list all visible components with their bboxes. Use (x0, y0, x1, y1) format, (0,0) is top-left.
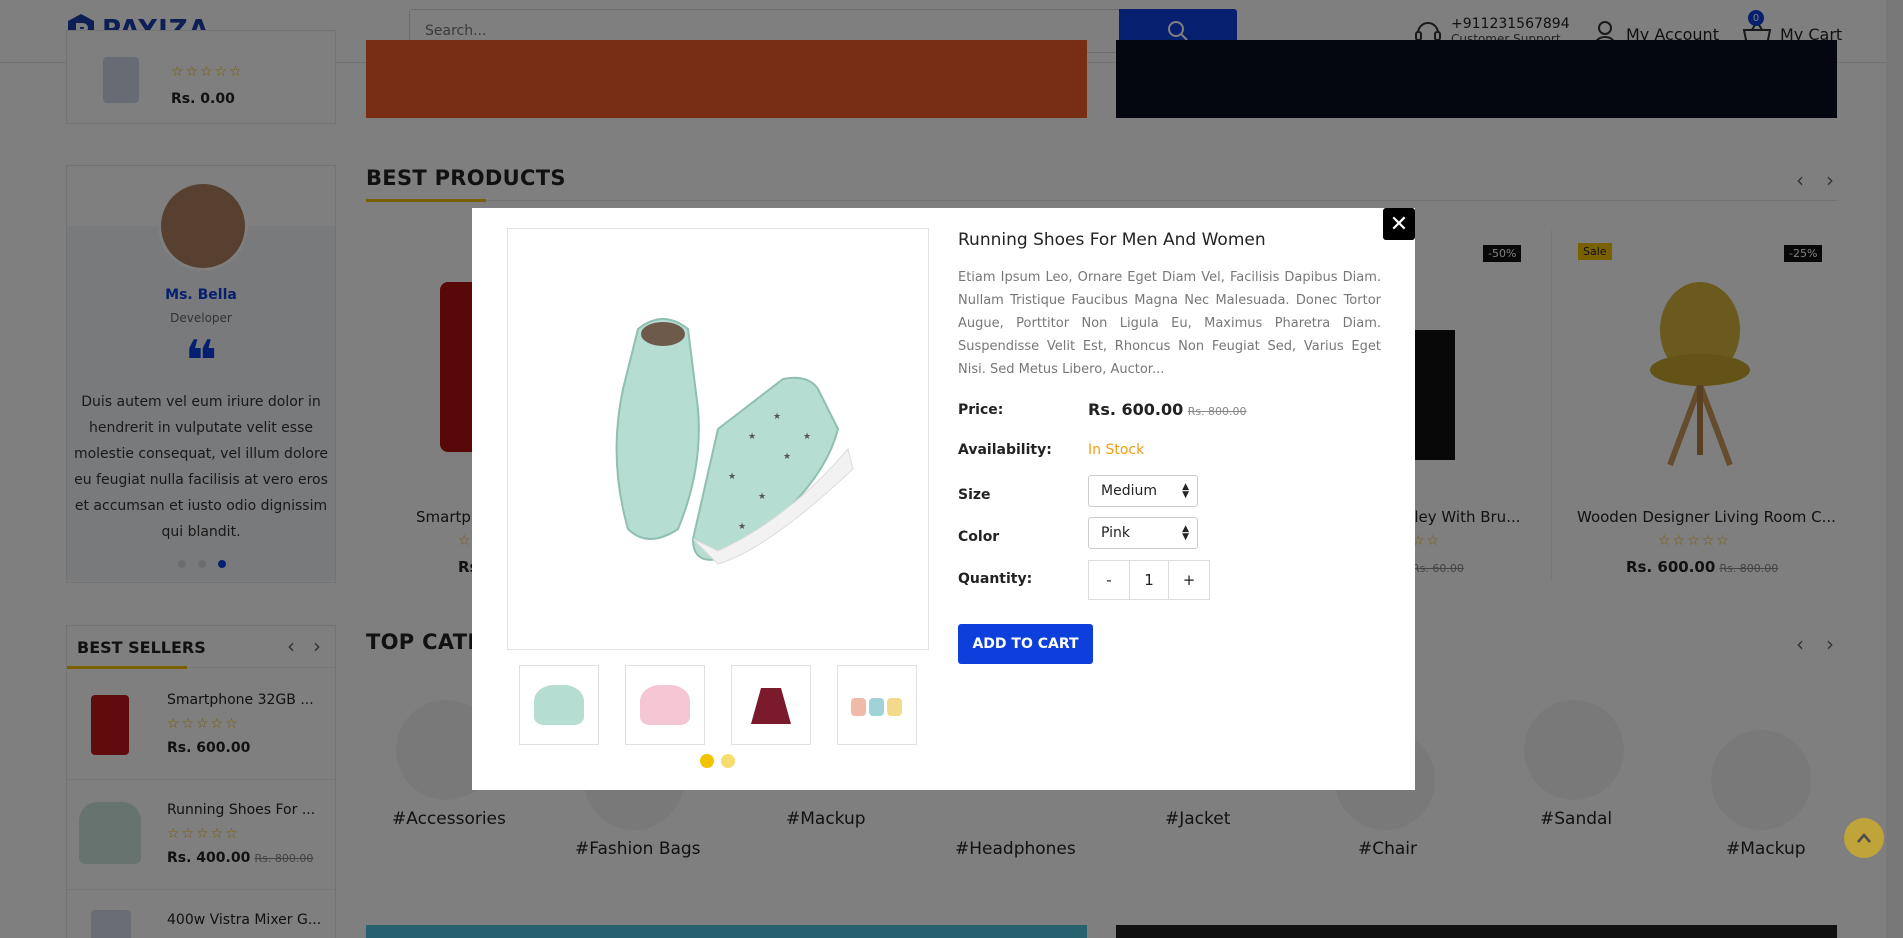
svg-text:★: ★ (758, 492, 766, 502)
back-to-top-button[interactable] (1844, 818, 1884, 858)
select-arrows-icon: ▲ ▼ (1182, 524, 1189, 542)
thumbnail-shoe-pink[interactable] (625, 665, 705, 745)
modal-product-title: Running Shoes For Men And Women (958, 230, 1266, 250)
size-selected-value: Medium (1101, 483, 1157, 499)
quantity-input[interactable]: 1 (1129, 561, 1169, 599)
thumbnail-pots[interactable] (837, 665, 917, 745)
svg-text:★: ★ (728, 472, 736, 482)
color-label: Color (958, 529, 1000, 545)
thumbnail-image (851, 698, 902, 716)
size-label: Size (958, 487, 991, 503)
gallery-dot-active[interactable] (700, 754, 714, 768)
shoe-image: ★ ★ ★ ★ ★ ★ ★ (615, 318, 854, 565)
quantity-increase-button[interactable]: + (1169, 561, 1209, 599)
chevron-up-icon (1857, 833, 1871, 843)
modal-price: Rs. 600.00 (1088, 400, 1184, 419)
quantity-stepper: - 1 + (1088, 560, 1210, 600)
svg-text:★: ★ (748, 432, 756, 442)
color-selected-value: Pink (1101, 525, 1131, 541)
modal-close-button[interactable]: ✕ (1383, 208, 1415, 240)
modal-product-description: Etiam Ipsum Leo, Ornare Eget Diam Vel, F… (958, 270, 1381, 377)
quantity-label: Quantity: (958, 571, 1033, 587)
select-arrows-icon: ▲ ▼ (1182, 482, 1189, 500)
availability-label: Availability: (958, 442, 1052, 458)
color-select[interactable]: Pink ▲ ▼ (1088, 517, 1198, 549)
availability-value: In Stock (1088, 442, 1145, 458)
thumbnail-skirt[interactable] (731, 665, 811, 745)
size-select[interactable]: Medium ▲ ▼ (1088, 475, 1198, 507)
svg-text:★: ★ (783, 452, 791, 462)
quantity-decrease-button[interactable]: - (1089, 561, 1129, 599)
product-main-image[interactable]: ★ ★ ★ ★ ★ ★ ★ (507, 228, 929, 650)
add-to-cart-button[interactable]: ADD TO CART (958, 624, 1093, 664)
thumbnail-image (751, 688, 791, 724)
price-row: Rs. 600.00 Rs. 800.00 (1088, 400, 1247, 419)
thumbnail-image (640, 685, 690, 725)
svg-text:★: ★ (738, 522, 746, 532)
modal-old-price: Rs. 800.00 (1187, 405, 1247, 418)
thumbnail-shoe-mint[interactable] (519, 665, 599, 745)
svg-text:★: ★ (773, 412, 781, 422)
thumbnail-image (534, 685, 584, 725)
gallery-dot[interactable] (721, 754, 735, 768)
price-label: Price: (958, 402, 1004, 418)
svg-text:★: ★ (803, 432, 811, 442)
